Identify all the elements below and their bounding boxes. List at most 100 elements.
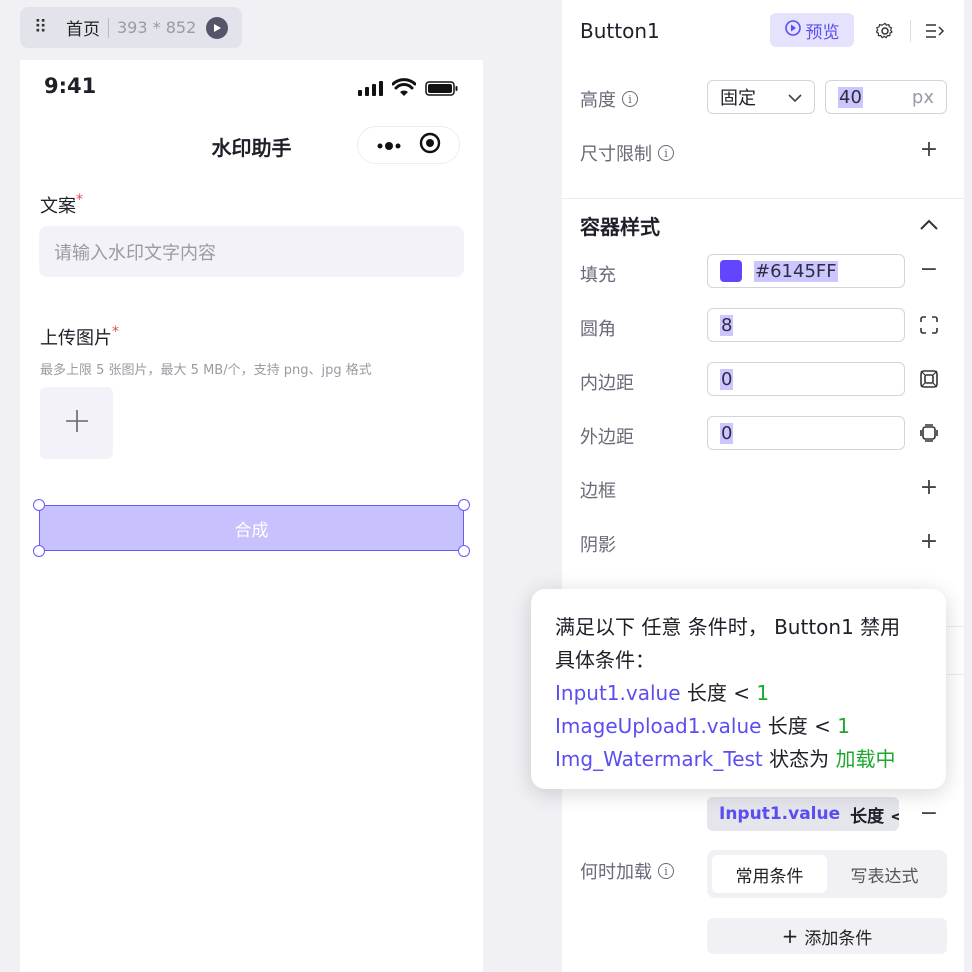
- fill-value: #6145FF: [754, 260, 838, 282]
- upload-hint: 最多上限 5 张图片，最大 5 MB/个，支持 png、jpg 格式: [40, 363, 372, 378]
- border-label: 边框: [580, 481, 616, 502]
- fill-color-input[interactable]: #6145FF: [707, 254, 905, 288]
- tooltip-line: 满足以下 任意 条件时， Button1 禁用: [555, 611, 922, 644]
- radius-input[interactable]: 8: [707, 308, 905, 342]
- condition-variable: Input1.value: [555, 681, 681, 705]
- signal-icon: [358, 80, 383, 96]
- condition-operator: 长度 <: [686, 681, 750, 705]
- load-when-text: 何时加载: [580, 862, 652, 883]
- info-icon[interactable]: i: [658, 145, 674, 161]
- synthesize-button-label: 合成: [234, 520, 269, 541]
- resize-handle[interactable]: [458, 499, 470, 511]
- info-icon[interactable]: i: [622, 91, 638, 107]
- height-mode-value: 固定: [720, 88, 756, 109]
- radius-value: 8: [720, 314, 734, 336]
- padding-value: 0: [720, 368, 734, 390]
- tooltip-text: 条件时，: [687, 615, 768, 639]
- corner-radius-icon[interactable]: [920, 316, 938, 338]
- remove-fill-icon[interactable]: −: [919, 257, 939, 282]
- size-limit-text: 尺寸限制: [580, 144, 652, 165]
- upload-label: 上传图片*: [40, 324, 119, 350]
- collapse-panel-icon[interactable]: [925, 23, 945, 43]
- condition-chip[interactable]: Input1.value 长度 <: [707, 797, 899, 831]
- resize-handle[interactable]: [458, 545, 470, 557]
- device-size: 393 * 852: [117, 18, 197, 37]
- synthesize-button[interactable]: 合成: [39, 505, 464, 551]
- battery-icon: [425, 81, 458, 96]
- divider: [108, 17, 109, 38]
- close-target-icon[interactable]: [419, 132, 441, 158]
- margin-input[interactable]: 0: [707, 416, 905, 450]
- condition-variable: Img_Watermark_Test: [555, 747, 763, 771]
- more-icon[interactable]: [376, 136, 402, 155]
- size-limit-label: 尺寸限制 i: [580, 140, 674, 166]
- add-condition-button[interactable]: + 添加条件: [707, 918, 947, 954]
- required-mark: *: [76, 192, 83, 208]
- height-label-text: 高度: [580, 90, 616, 111]
- resize-handle[interactable]: [33, 545, 45, 557]
- height-unit: px: [911, 86, 934, 108]
- status-time: 9:41: [44, 74, 97, 98]
- condition-operator: 长度 <: [850, 806, 899, 827]
- margin-value: 0: [720, 422, 734, 444]
- divider: [562, 198, 964, 199]
- chevron-up-icon[interactable]: [919, 216, 939, 235]
- radius-label: 圆角: [580, 319, 616, 340]
- play-icon[interactable]: [206, 16, 229, 39]
- tab-common-conditions[interactable]: 常用条件: [712, 855, 827, 893]
- tooltip-condition: Img_Watermark_Test 状态为 加载中: [555, 743, 922, 776]
- shadow-label: 阴影: [580, 535, 616, 556]
- drag-handle-icon[interactable]: ⠿: [34, 17, 52, 38]
- tooltip-line: 具体条件：: [555, 648, 655, 672]
- height-label: 高度 i: [580, 86, 638, 112]
- margin-label: 外边距: [580, 427, 634, 448]
- padding-label: 内边距: [580, 373, 634, 394]
- tooltip-condition: Input1.value 长度 < 1: [555, 677, 922, 710]
- tooltip-text: 禁用: [860, 615, 901, 639]
- height-value: 40: [838, 86, 863, 108]
- copy-label: 文案*: [40, 192, 83, 218]
- info-icon[interactable]: i: [658, 863, 674, 879]
- load-when-label: 何时加载 i: [580, 858, 674, 884]
- padding-input[interactable]: 0: [707, 362, 905, 396]
- load-mode-toggle[interactable]: 常用条件 写表达式: [707, 850, 947, 898]
- copy-input[interactable]: 请输入水印文字内容: [39, 226, 464, 277]
- plus-icon: [65, 409, 89, 437]
- tooltip-condition: ImageUpload1.value 长度 < 1: [555, 710, 922, 743]
- condition-variable: ImageUpload1.value: [555, 714, 762, 738]
- tooltip-text: 任意: [641, 615, 682, 639]
- add-shadow-icon[interactable]: +: [919, 529, 939, 554]
- gear-icon[interactable]: [875, 22, 894, 44]
- divider: [910, 20, 911, 42]
- tooltip-text: 满足以下: [555, 615, 635, 639]
- chevron-down-icon: [788, 87, 802, 108]
- condition-variable: Input1.value: [719, 804, 841, 824]
- component-title: Button1: [580, 19, 660, 43]
- color-swatch[interactable]: [720, 260, 742, 282]
- height-input[interactable]: 40 px: [825, 80, 947, 114]
- resize-handle[interactable]: [33, 499, 45, 511]
- margin-icon[interactable]: [920, 424, 938, 446]
- tooltip-text: Button1: [774, 615, 854, 639]
- add-condition-label: 添加条件: [804, 928, 873, 949]
- preview-label: 预览: [805, 22, 840, 43]
- add-size-limit-icon[interactable]: +: [919, 137, 939, 162]
- remove-condition-icon[interactable]: −: [919, 801, 939, 826]
- tab-write-expression[interactable]: 写表达式: [827, 855, 942, 893]
- height-mode-select[interactable]: 固定: [707, 80, 815, 114]
- upload-label-text: 上传图片: [40, 328, 112, 349]
- container-style-heading: 容器样式: [580, 215, 660, 239]
- mini-program-capsule[interactable]: [357, 126, 460, 164]
- disable-conditions-tooltip: 满足以下 任意 条件时， Button1 禁用 具体条件： Input1.val…: [531, 589, 946, 789]
- padding-icon[interactable]: [920, 370, 938, 392]
- required-mark: *: [112, 324, 119, 340]
- condition-value: 1: [837, 714, 851, 738]
- page-selector[interactable]: ⠿ 首页 393 * 852: [20, 7, 242, 48]
- copy-label-text: 文案: [40, 196, 76, 217]
- wifi-icon: [391, 78, 417, 102]
- add-border-icon[interactable]: +: [919, 475, 939, 500]
- preview-button[interactable]: 预览: [770, 13, 854, 47]
- plus-icon: +: [781, 924, 799, 948]
- image-upload-button[interactable]: [40, 387, 113, 459]
- play-circle-icon: [784, 19, 801, 41]
